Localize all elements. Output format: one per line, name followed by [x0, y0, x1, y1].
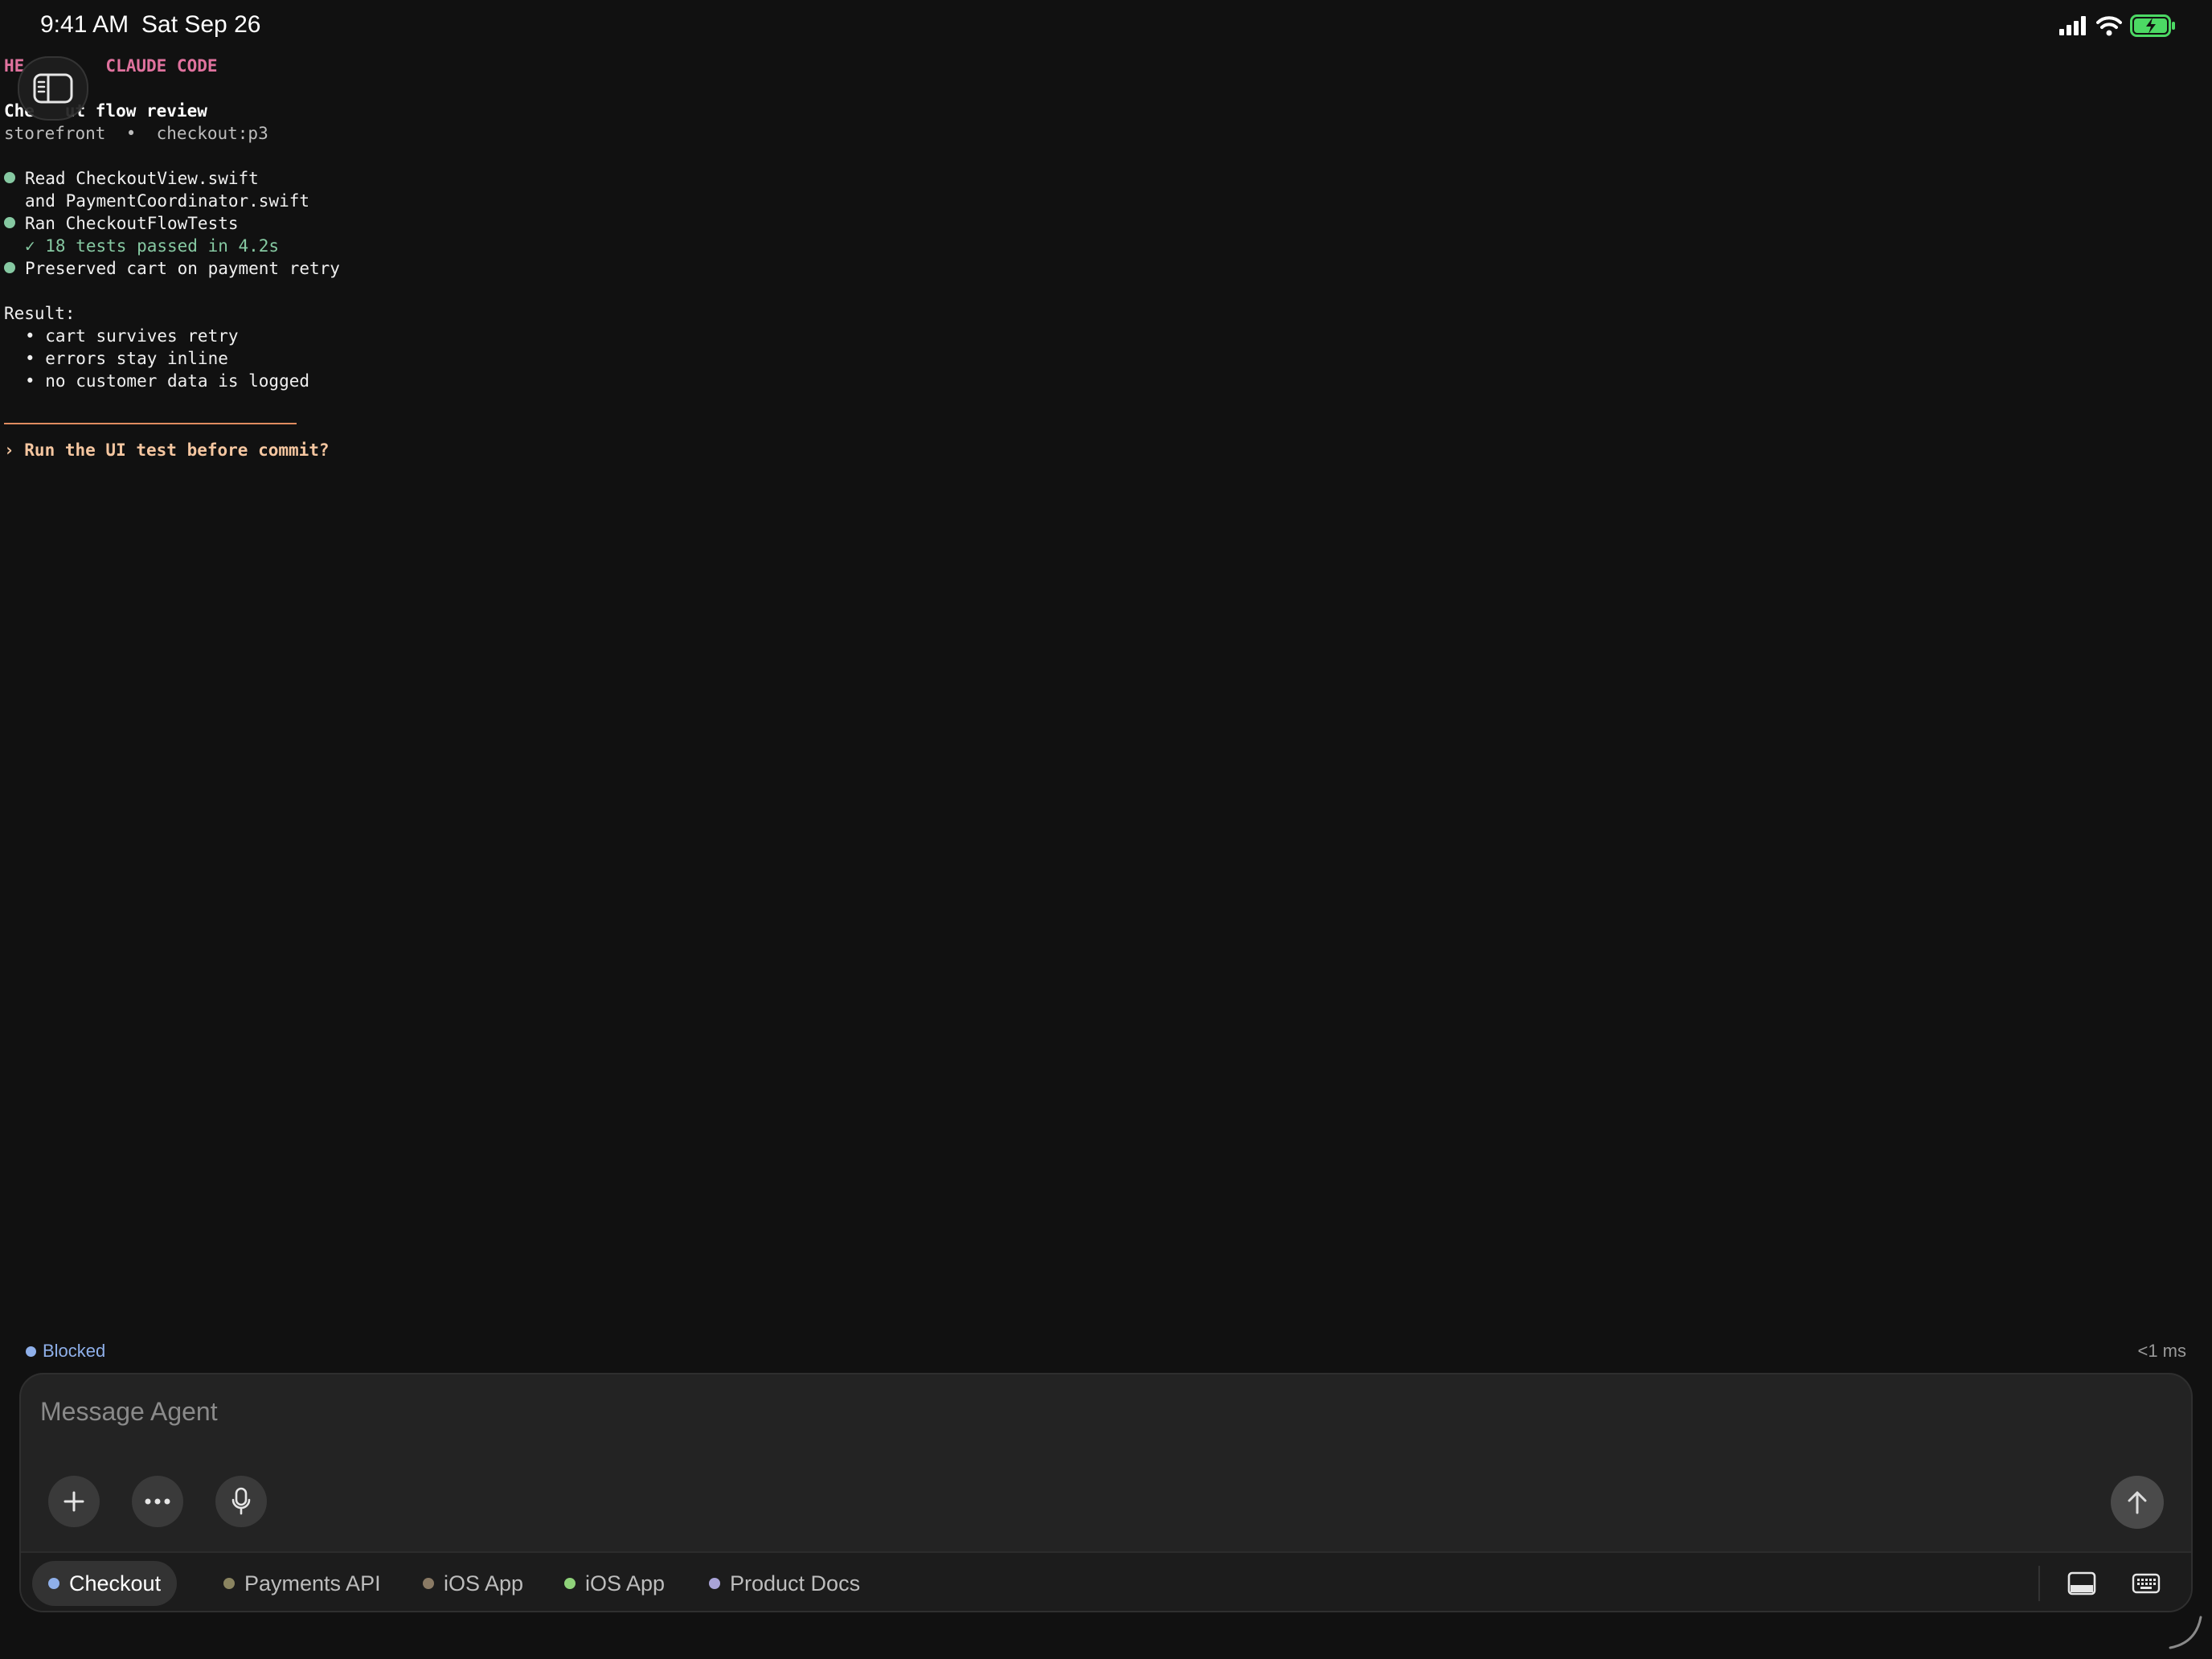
- sidebar-toggle-button[interactable]: [18, 56, 88, 121]
- agent-status: Blocked: [26, 1341, 105, 1362]
- session-tab[interactable]: Product Docs: [693, 1561, 876, 1606]
- step-status-dot: [4, 172, 15, 183]
- step-detail: and PaymentCoordinator.swift: [25, 191, 310, 211]
- status-label: Blocked: [43, 1341, 106, 1361]
- session-tab[interactable]: iOS App: [548, 1561, 681, 1606]
- step-status-dot: [4, 262, 15, 273]
- system-indicators: [2059, 14, 2177, 37]
- keyboard-icon: [2132, 1573, 2161, 1594]
- resize-grip-icon[interactable]: [2164, 1611, 2206, 1653]
- status-bar: 9:41 AM Sat Sep 26: [0, 0, 2212, 51]
- voice-input-button[interactable]: [215, 1476, 267, 1527]
- step-text: Preserved cart on payment retry: [25, 259, 340, 278]
- tab-status-dot: [709, 1578, 720, 1589]
- send-button[interactable]: [2111, 1476, 2164, 1529]
- result-item: • no customer data is logged: [25, 371, 310, 391]
- tab-label: Payments API: [244, 1571, 381, 1596]
- prompt-divider: [4, 423, 297, 424]
- tab-status-dot: [564, 1578, 576, 1589]
- more-options-button[interactable]: [132, 1476, 183, 1527]
- clock-time: 9:41 AM: [40, 11, 129, 38]
- tab-bar-divider: [2038, 1566, 2040, 1601]
- result-label: Result:: [4, 304, 76, 323]
- result-item: • cart survives retry: [25, 326, 239, 346]
- clock-date: Sat Sep 26: [141, 11, 261, 38]
- session-tab[interactable]: iOS App: [407, 1561, 539, 1606]
- step-item: Preserved cart on payment retry: [4, 257, 340, 280]
- microphone-icon: [231, 1487, 251, 1515]
- step-text: Read CheckoutView.swift: [25, 169, 259, 188]
- tab-status-dot: [223, 1578, 235, 1589]
- session-tab-bar: Checkout Payments API iOS App iOS App Produc…: [21, 1551, 2191, 1611]
- test-result: ✓ 18 tests passed in 4.2s: [25, 236, 280, 256]
- status-dot: [26, 1346, 36, 1357]
- message-composer: Checkout Payments API iOS App iOS App Produc…: [19, 1373, 2193, 1612]
- tab-label: Product Docs: [730, 1571, 861, 1596]
- session-tab[interactable]: Checkout: [32, 1561, 178, 1606]
- plus-icon: [63, 1491, 84, 1512]
- cellular-signal-icon: [2059, 16, 2086, 35]
- tab-status-dot: [423, 1578, 434, 1589]
- battery-charging-icon: [2130, 14, 2175, 37]
- terminal-output: HE CLAUDE CODE Che ut flow review storef…: [4, 55, 340, 460]
- keyboard-button[interactable]: [2127, 1564, 2165, 1603]
- step-text: Ran CheckoutFlowTests: [25, 214, 239, 233]
- agent-prompt: › Run the UI test before commit?: [4, 440, 330, 460]
- tab-status-dot: [48, 1578, 59, 1589]
- message-input[interactable]: [39, 1386, 2051, 1437]
- session-meta: storefront • checkout:p3: [4, 124, 268, 143]
- tab-label: iOS App: [444, 1571, 524, 1596]
- session-tab[interactable]: Payments API: [207, 1561, 397, 1606]
- bottom-panel-icon: [2067, 1571, 2096, 1596]
- arrow-up-icon: [2128, 1491, 2147, 1514]
- ellipsis-icon: [145, 1498, 170, 1505]
- sidebar-icon: [33, 73, 73, 104]
- add-attachment-button[interactable]: [48, 1476, 100, 1527]
- wifi-icon: [2096, 16, 2122, 36]
- step-item: Read CheckoutView.swift: [4, 167, 259, 190]
- panel-layout-button[interactable]: [2062, 1564, 2101, 1603]
- latency-readout: <1 ms: [2137, 1341, 2186, 1361]
- result-item: • errors stay inline: [25, 349, 228, 368]
- step-status-dot: [4, 217, 15, 228]
- tab-label: iOS App: [585, 1571, 666, 1596]
- step-item: Ran CheckoutFlowTests: [4, 212, 239, 235]
- tab-label: Checkout: [69, 1571, 162, 1596]
